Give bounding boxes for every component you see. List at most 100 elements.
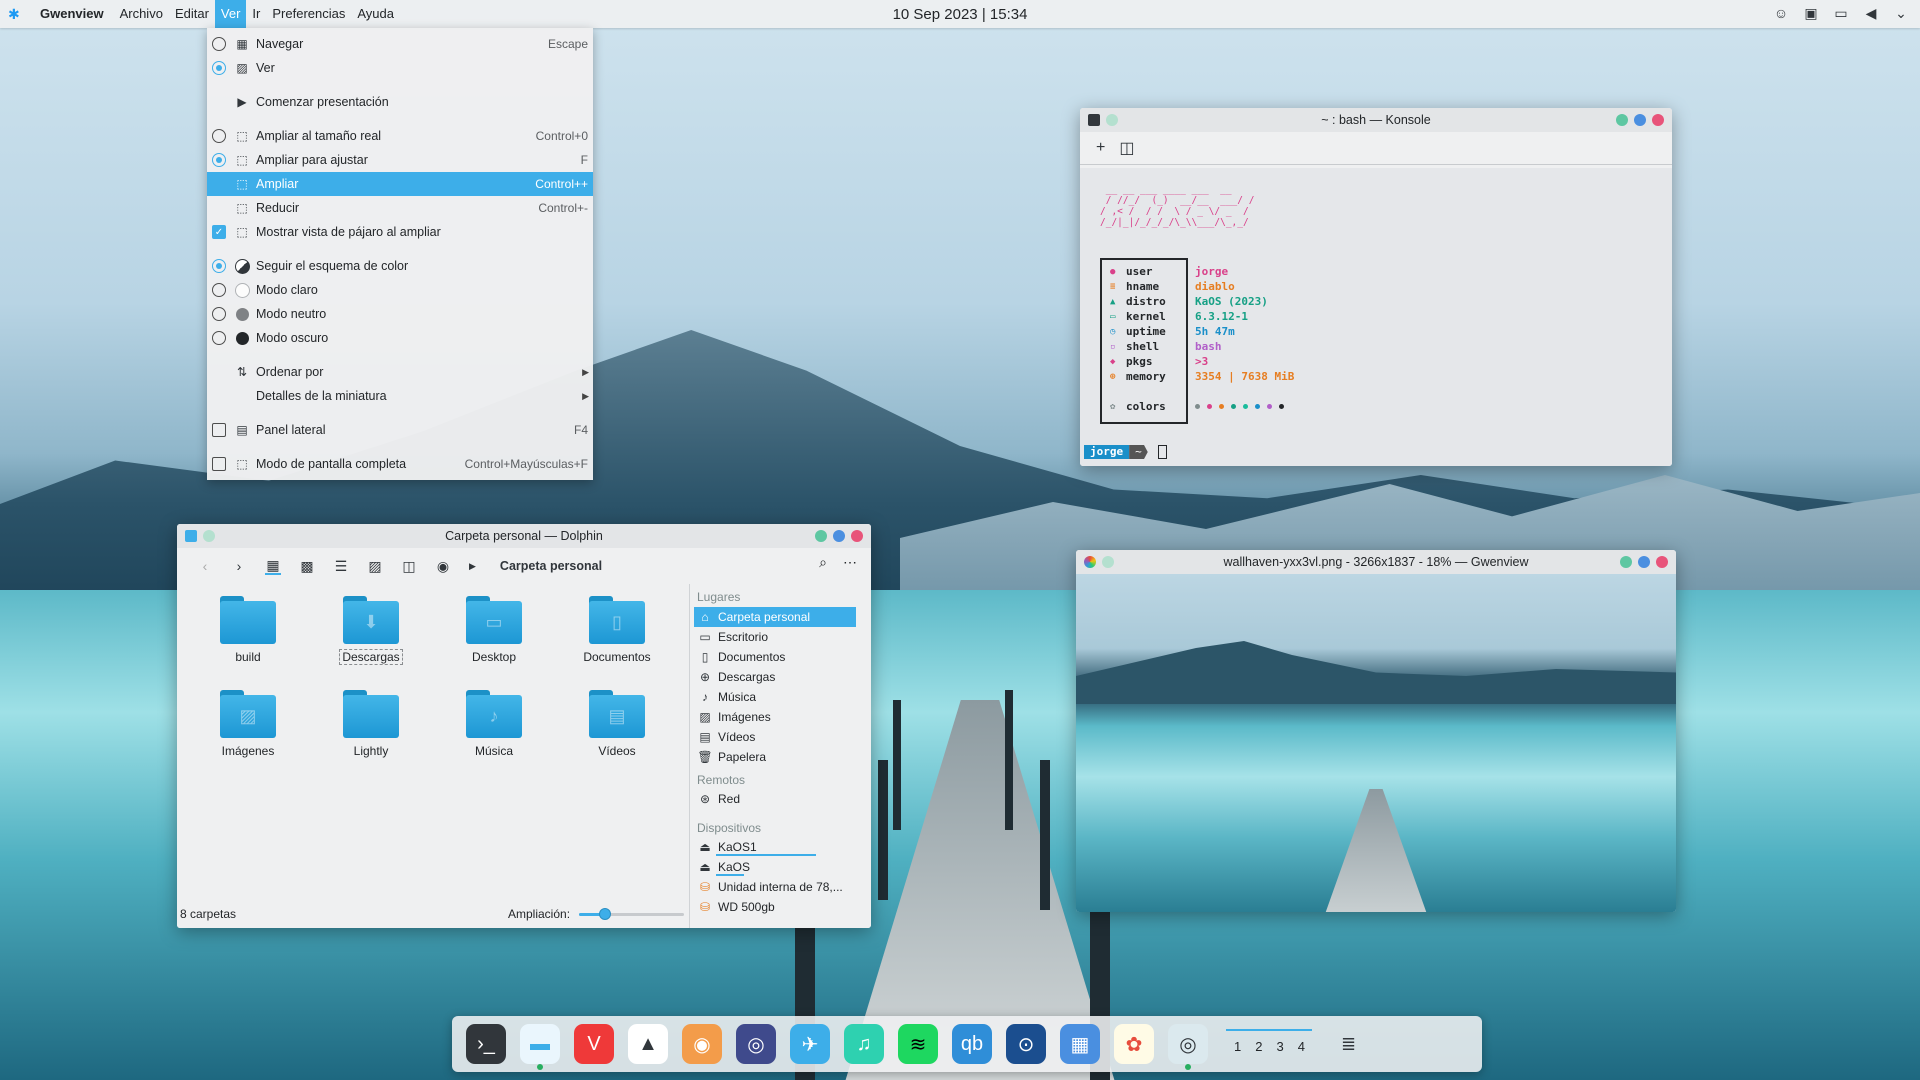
place-carpeta-personal[interactable]: ⌂ Carpeta personal bbox=[694, 607, 856, 627]
minimize-button[interactable] bbox=[815, 530, 827, 542]
menu-item-panel-lateral[interactable]: ▤ Panel lateral F4 bbox=[207, 418, 593, 442]
zoom-slider[interactable] bbox=[579, 908, 684, 920]
music-launcher-icon[interactable]: ♫ bbox=[844, 1024, 884, 1064]
menu-item-modo-neutro[interactable]: Modo neutro bbox=[207, 302, 593, 326]
menu-item-reducir[interactable]: ⬚ Reducir Control+- bbox=[207, 196, 593, 220]
place-documentos[interactable]: ▯ Documentos bbox=[694, 647, 856, 667]
swift-launcher-icon[interactable]: ✈ bbox=[790, 1024, 830, 1064]
zoom-slider-handle[interactable] bbox=[599, 908, 612, 920]
steam-launcher-icon[interactable]: ⊙ bbox=[1006, 1024, 1046, 1064]
clock[interactable]: 10 Sep 2023 | 15:34 bbox=[893, 6, 1028, 23]
menu-editar[interactable]: Editar bbox=[169, 0, 215, 28]
split-view-icon[interactable]: ◫ bbox=[1119, 138, 1134, 158]
device-kaos[interactable]: ⏏ KaOS bbox=[694, 857, 856, 877]
ghost-icon[interactable]: ☺ bbox=[1772, 4, 1790, 22]
checkbox[interactable] bbox=[212, 423, 226, 437]
folder-item[interactable]: ▯ Documentos bbox=[562, 596, 672, 664]
konsole-launcher-icon[interactable]: ›_ bbox=[466, 1024, 506, 1064]
breadcrumb[interactable]: Carpeta personal bbox=[500, 559, 602, 573]
new-tab-icon[interactable]: + bbox=[1096, 139, 1105, 157]
network-icon[interactable]: ▭ bbox=[1832, 4, 1850, 22]
screenshot-launcher-icon[interactable]: ◎ bbox=[1168, 1024, 1208, 1070]
dolphin-titlebar[interactable]: Carpeta personal — Dolphin bbox=[177, 524, 871, 548]
application-menu-icon[interactable]: ≣ bbox=[1341, 1034, 1356, 1055]
folder-item[interactable]: ⬇ Descargas bbox=[316, 596, 426, 665]
folder-item[interactable]: Lightly bbox=[316, 690, 426, 758]
split-icon[interactable]: ◫ bbox=[401, 558, 417, 574]
search-icon[interactable]: ⌕ bbox=[819, 554, 827, 571]
radio-button[interactable] bbox=[212, 307, 226, 321]
maximize-button[interactable] bbox=[1634, 114, 1646, 126]
tor-launcher-icon[interactable]: ◎ bbox=[736, 1024, 776, 1064]
menu-item-navegar[interactable]: ▦ Navegar Escape bbox=[207, 32, 593, 56]
volume-icon[interactable]: ◀ bbox=[1862, 4, 1880, 22]
icons-view-icon[interactable]: ▦ bbox=[265, 557, 281, 575]
menu-preferencias[interactable]: Preferencias bbox=[266, 0, 351, 28]
menu-ayuda[interactable]: Ayuda bbox=[351, 0, 400, 28]
desktop-1[interactable]: 1 bbox=[1225, 1028, 1249, 1054]
folder-item[interactable]: build bbox=[193, 596, 303, 664]
radio-button[interactable] bbox=[212, 331, 226, 345]
menu-item-modo-oscuro[interactable]: Modo oscuro bbox=[207, 326, 593, 350]
more-options-icon[interactable]: ⋯ bbox=[843, 554, 857, 571]
menu-item-pantalla-completa[interactable]: ⬚ Modo de pantalla completa Control+Mayú… bbox=[207, 452, 593, 476]
radio-button[interactable] bbox=[212, 37, 226, 51]
konsole-titlebar[interactable]: ~ : bash — Konsole bbox=[1080, 108, 1672, 132]
desktop-2[interactable]: 2 bbox=[1246, 1028, 1270, 1054]
gimp-launcher-icon[interactable]: ◉ bbox=[682, 1024, 722, 1064]
gwenview-titlebar[interactable]: wallhaven-yxx3vl.png - 3266x1837 - 18% —… bbox=[1076, 550, 1676, 574]
place-red[interactable]: ⊛ Red bbox=[694, 789, 856, 809]
dolphin-launcher-icon[interactable]: ▬ bbox=[520, 1024, 560, 1070]
file-view[interactable]: build ⬇ Descargas ▭ Desktop ▯ Documentos… bbox=[177, 584, 689, 928]
minimize-button[interactable] bbox=[1616, 114, 1628, 126]
menu-item-presentacion[interactable]: ▶ Comenzar presentación bbox=[207, 90, 593, 114]
details-view-icon[interactable]: ☰ bbox=[333, 558, 349, 574]
vivaldi-launcher-icon[interactable]: V bbox=[574, 1024, 614, 1064]
inkscape-launcher-icon[interactable]: ▲ bbox=[628, 1024, 668, 1064]
radio-button[interactable] bbox=[212, 283, 226, 297]
photos-launcher-icon[interactable]: ✿ bbox=[1114, 1024, 1154, 1064]
folder-item[interactable]: ▭ Desktop bbox=[439, 596, 549, 664]
place-papelera[interactable]: 🗑 Papelera bbox=[694, 747, 856, 767]
folder-item[interactable]: ♪ Música bbox=[439, 690, 549, 758]
menu-item-detalles-miniatura[interactable]: Detalles de la miniatura ▶ bbox=[207, 384, 593, 408]
menu-item-ajustar[interactable]: ⬚ Ampliar para ajustar F bbox=[207, 148, 593, 172]
maximize-button[interactable] bbox=[1638, 556, 1650, 568]
desktop-4[interactable]: 4 bbox=[1289, 1028, 1313, 1054]
preview-icon[interactable]: ▨ bbox=[367, 558, 383, 574]
forward-icon[interactable]: › bbox=[231, 558, 247, 574]
spotify-launcher-icon[interactable]: ≋ bbox=[898, 1024, 938, 1064]
desktop-3[interactable]: 3 bbox=[1268, 1028, 1291, 1054]
place-imagenes[interactable]: ▨ Imágenes bbox=[694, 707, 856, 727]
device-kaos1[interactable]: ⏏ KaOS1 bbox=[694, 837, 856, 857]
menu-item-ordenar-por[interactable]: ⇅ Ordenar por ▶ bbox=[207, 360, 593, 384]
menu-ir[interactable]: Ir bbox=[246, 0, 266, 28]
eye-icon[interactable]: ◉ bbox=[435, 558, 451, 574]
place-musica[interactable]: ♪ Música bbox=[694, 687, 856, 707]
maximize-button[interactable] bbox=[833, 530, 845, 542]
kde-logo-icon[interactable]: ✱ bbox=[8, 6, 24, 22]
menu-item-modo-claro[interactable]: Modo claro bbox=[207, 278, 593, 302]
menu-archivo[interactable]: Archivo bbox=[114, 0, 169, 28]
menu-item-vista-pajaro[interactable]: ✓ ⬚ Mostrar vista de pájaro al ampliar bbox=[207, 220, 593, 244]
chevron-down-icon[interactable]: ⌄ bbox=[1892, 4, 1910, 22]
radio-button[interactable] bbox=[212, 129, 226, 143]
radio-button[interactable] bbox=[212, 259, 226, 273]
compact-view-icon[interactable]: ▩ bbox=[299, 558, 315, 574]
close-button[interactable] bbox=[1656, 556, 1668, 568]
menu-app-name[interactable]: Gwenview bbox=[34, 0, 110, 28]
device-wd500gb[interactable]: ⛁ WD 500gb bbox=[694, 897, 856, 917]
folder-item[interactable]: ▨ Imágenes bbox=[193, 690, 303, 758]
qbittorrent-launcher-icon[interactable]: qb bbox=[952, 1024, 992, 1064]
folder-item[interactable]: ▤ Vídeos bbox=[562, 690, 672, 758]
back-icon[interactable]: ‹ bbox=[197, 558, 213, 574]
place-videos[interactable]: ▤ Vídeos bbox=[694, 727, 856, 747]
device-unidad-interna[interactable]: ⛁ Unidad interna de 78,... bbox=[694, 877, 856, 897]
close-button[interactable] bbox=[851, 530, 863, 542]
menu-item-ver[interactable]: ▨ Ver bbox=[207, 56, 593, 80]
checkbox-checked[interactable]: ✓ bbox=[212, 225, 226, 239]
checkbox[interactable] bbox=[212, 457, 226, 471]
terminal-area[interactable]: __ __ ___ ____ ___ __ / //_/ (_) __/__ _… bbox=[1080, 168, 1672, 466]
minimize-button[interactable] bbox=[1620, 556, 1632, 568]
software-center-launcher-icon[interactable]: ▦ bbox=[1060, 1024, 1100, 1064]
